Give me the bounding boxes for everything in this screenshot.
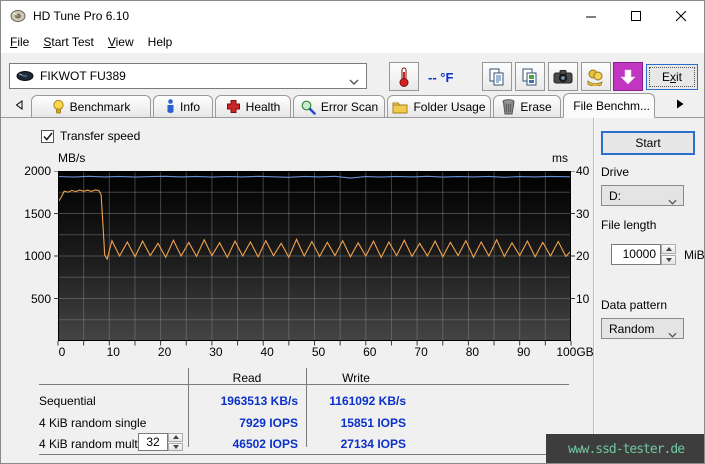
column-header-read: Read	[232, 371, 262, 385]
drive-select[interactable]: D:	[601, 185, 684, 206]
arrow-up-icon	[172, 435, 179, 440]
watermark: www.ssd-tester.de	[546, 434, 704, 463]
tab-file-benchmark[interactable]: File Benchm...	[563, 93, 655, 118]
chevron-down-icon	[668, 327, 677, 341]
data-pattern-select[interactable]: Random	[601, 318, 684, 339]
random-single-read-value: 7929 IOPS	[239, 416, 298, 430]
table-bottom-line	[39, 454, 569, 455]
sequential-read-value: 1963513 KB/s	[220, 394, 298, 408]
queue-depth-up-button[interactable]	[168, 433, 183, 442]
arrow-down-icon	[172, 444, 179, 449]
results-table: Read Write Sequential 1963513 KB/s 11610…	[1, 1, 704, 463]
column-header-write: Write	[342, 371, 370, 385]
file-length-down-button[interactable]	[661, 255, 676, 265]
data-pattern-label: Data pattern	[601, 298, 668, 312]
random-multi-read-value: 46502 IOPS	[232, 437, 298, 451]
random-single-write-value: 15851 IOPS	[340, 416, 406, 430]
start-button[interactable]: Start	[601, 131, 695, 155]
random-multi-write-value: 27134 IOPS	[340, 437, 406, 451]
chevron-down-icon	[668, 194, 677, 208]
file-length-unit: MiB	[684, 248, 705, 262]
file-length-input[interactable]: 10000	[611, 244, 661, 265]
row-label-random-single: 4 KiB random single	[39, 416, 147, 430]
app-window: HD Tune Pro 6.10 File Start Test View He…	[0, 0, 705, 464]
row-label-sequential: Sequential	[39, 394, 96, 408]
row-label-random-multi: 4 KiB random multi	[39, 437, 141, 451]
queue-depth-input[interactable]: 32	[138, 433, 168, 451]
arrow-up-icon	[665, 247, 672, 251]
file-length-label: File length	[601, 218, 657, 232]
arrow-down-icon	[665, 258, 672, 262]
queue-depth-down-button[interactable]	[168, 442, 183, 451]
file-length-up-button[interactable]	[661, 244, 676, 254]
sequential-write-value: 1161092 KB/s	[329, 394, 406, 408]
drive-label: Drive	[601, 165, 630, 179]
